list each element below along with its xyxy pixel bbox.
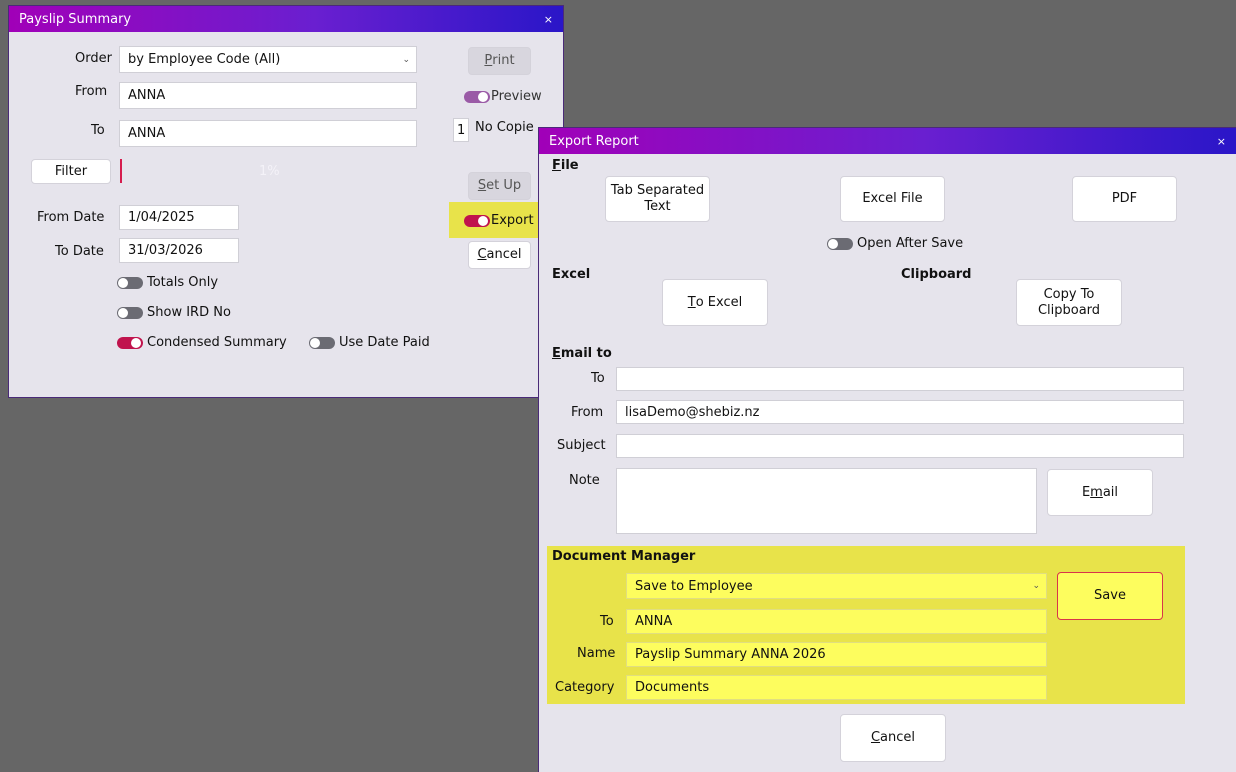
cancel-rest: ancel: [880, 730, 916, 745]
copy-to-clipboard-button[interactable]: Copy To Clipboard: [1016, 279, 1122, 326]
email-from-label: From: [571, 405, 604, 420]
excel-section-label: Excel: [552, 267, 591, 282]
setup-rest: et Up: [486, 178, 522, 193]
clipboard-section-label: Clipboard: [901, 267, 972, 282]
email-to-section-label: Email to: [552, 346, 612, 361]
window-title: Payslip Summary: [19, 11, 132, 27]
totals-only-toggle[interactable]: [117, 277, 143, 289]
close-icon[interactable]: ×: [544, 13, 553, 26]
order-label: Order: [75, 51, 112, 66]
to-excel-rest: o Excel: [695, 294, 743, 310]
copies-input[interactable]: 1: [453, 118, 469, 142]
cancel-button[interactable]: Cancel: [840, 714, 946, 762]
dm-to-input[interactable]: ANNA: [626, 609, 1047, 634]
open-after-save-label: Open After Save: [857, 236, 964, 251]
dm-name-label: Name: [577, 646, 616, 661]
email-btn-rest: ail: [1102, 484, 1119, 500]
preview-toggle[interactable]: [464, 91, 490, 103]
copies-label: No Copie: [475, 120, 534, 135]
use-date-paid-label: Use Date Paid: [339, 335, 430, 350]
file-rest: ile: [560, 158, 579, 173]
chevron-down-icon: ⌄: [1032, 581, 1040, 591]
preview-label: Preview: [491, 89, 542, 104]
save-button[interactable]: Save: [1057, 572, 1163, 620]
to-excel-button[interactable]: To Excel: [662, 279, 768, 326]
payslip-titlebar: Payslip Summary ×: [9, 6, 563, 32]
excel-file-button[interactable]: Excel File: [840, 176, 945, 222]
dm-name-input[interactable]: Payslip Summary ANNA 2026: [626, 642, 1047, 667]
to-input[interactable]: ANNA: [119, 120, 417, 147]
chevron-down-icon: ⌄: [402, 54, 410, 65]
order-select[interactable]: by Employee Code (All) ⌄: [119, 46, 417, 73]
condensed-summary-toggle[interactable]: [117, 337, 143, 349]
export-report-window: Export Report × File Tab Separated Text …: [538, 127, 1236, 772]
email-btn-key: m: [1090, 484, 1103, 500]
dm-category-label: Category: [555, 680, 615, 695]
progress-text: 1%: [259, 164, 280, 179]
progress-bar: [120, 159, 122, 183]
dm-to-label: To: [600, 614, 614, 629]
close-icon[interactable]: ×: [1217, 135, 1226, 148]
open-after-save-toggle[interactable]: [827, 238, 853, 250]
email-note-textarea[interactable]: [616, 468, 1037, 534]
pdf-button[interactable]: PDF: [1072, 176, 1177, 222]
print-rest: rint: [492, 53, 515, 68]
from-input[interactable]: ANNA: [119, 82, 417, 109]
payslip-summary-window: Payslip Summary × Order by Employee Code…: [8, 5, 564, 398]
cancel-key: C: [477, 247, 487, 262]
email-from-input[interactable]: lisaDemo@shebiz.nz: [616, 400, 1184, 424]
cancel-rest: ancel: [486, 247, 522, 262]
to-label: To: [91, 123, 105, 138]
from-date-label: From Date: [37, 210, 105, 225]
email-button[interactable]: Em ail: [1047, 469, 1153, 516]
window-title: Export Report: [549, 133, 639, 149]
email-btn-pre: E: [1081, 484, 1091, 500]
setup-button[interactable]: Set Up: [468, 172, 531, 200]
to-date-input[interactable]: 31/03/2026: [119, 238, 239, 263]
export-toggle[interactable]: [464, 215, 490, 227]
cancel-key: C: [870, 730, 881, 745]
email-note-label: Note: [569, 473, 600, 488]
document-manager-label: Document Manager: [552, 549, 696, 564]
to-date-label: To Date: [55, 244, 104, 259]
from-date-input[interactable]: 1/04/2025: [119, 205, 239, 230]
to-excel-key: T: [687, 294, 696, 310]
save-to-value: Save to Employee: [635, 578, 753, 594]
email-to-key: E: [552, 346, 561, 361]
email-subject-input[interactable]: [616, 434, 1184, 458]
use-date-paid-toggle[interactable]: [309, 337, 335, 349]
print-button[interactable]: Print: [468, 47, 531, 75]
show-ird-label: Show IRD No: [147, 305, 231, 320]
file-key: F: [552, 158, 561, 173]
email-to-label: To: [591, 371, 605, 386]
totals-only-label: Totals Only: [147, 275, 219, 290]
export-label: Export: [491, 213, 534, 228]
from-label: From: [75, 84, 108, 99]
condensed-summary-label: Condensed Summary: [147, 335, 287, 350]
dm-category-input[interactable]: Documents: [626, 675, 1047, 700]
email-subject-label: Subject: [557, 438, 606, 453]
tab-separated-button[interactable]: Tab Separated Text: [605, 176, 710, 222]
setup-key: S: [477, 178, 487, 193]
order-select-value: by Employee Code (All): [128, 52, 281, 67]
export-titlebar: Export Report ×: [539, 128, 1236, 154]
cancel-button[interactable]: Cancel: [468, 241, 531, 269]
file-section-label: File: [552, 158, 579, 173]
email-to-rest: mail to: [560, 346, 612, 361]
save-to-select[interactable]: Save to Employee ⌄: [626, 573, 1047, 599]
show-ird-toggle[interactable]: [117, 307, 143, 319]
print-key: P: [484, 53, 493, 68]
filter-button[interactable]: Filter: [31, 159, 111, 184]
email-to-input[interactable]: [616, 367, 1184, 391]
